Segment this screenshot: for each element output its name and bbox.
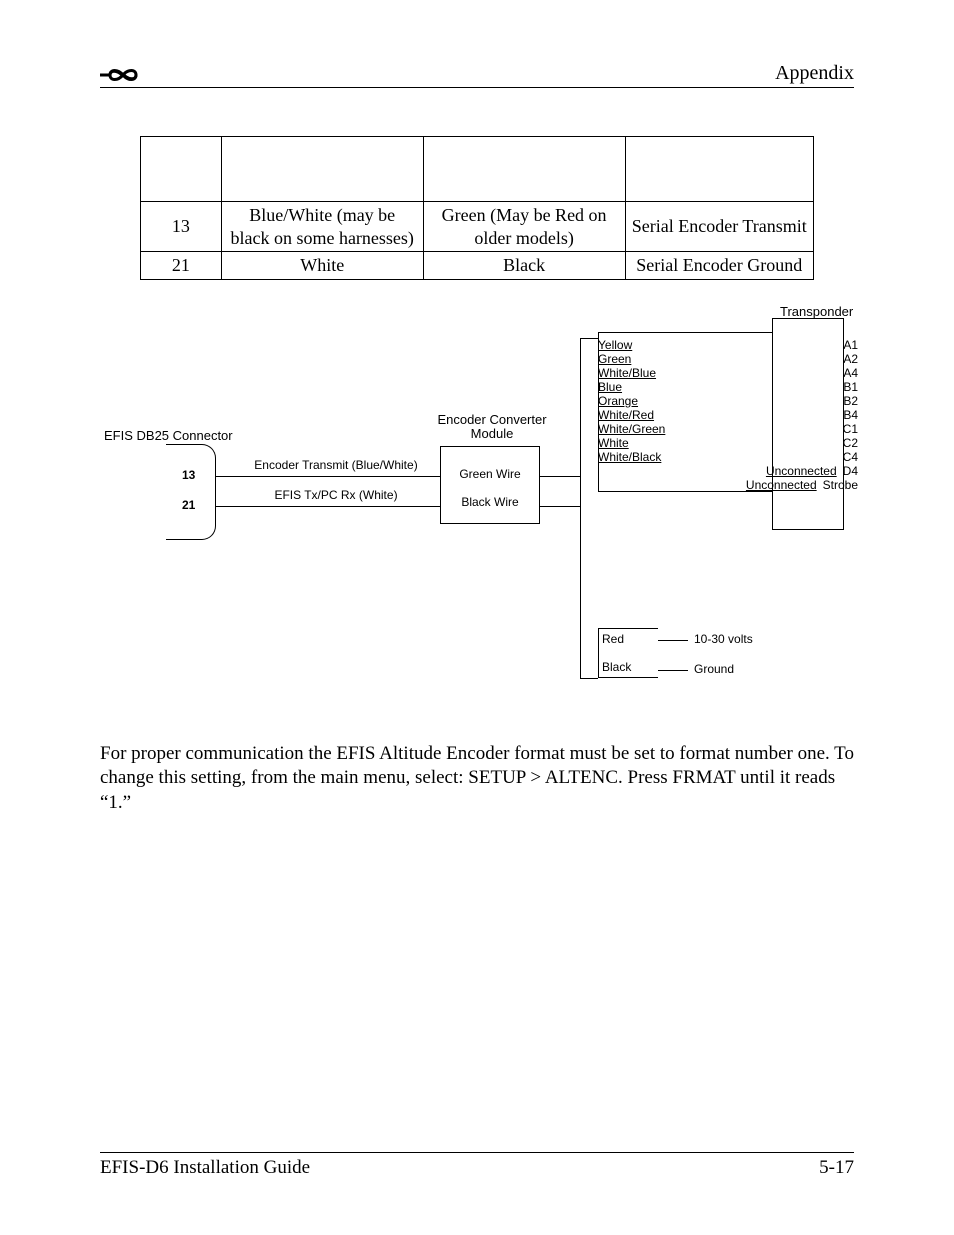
- wire-line: [658, 670, 688, 671]
- wire-line: [658, 640, 688, 641]
- xpond-row: White/GreenC1: [598, 422, 858, 436]
- table-cell: 21: [141, 252, 222, 280]
- table-cell: [423, 137, 625, 202]
- table-cell: White: [221, 252, 423, 280]
- header-section-title: Appendix: [775, 62, 854, 85]
- table-cell: Green (May be Red on older models): [423, 202, 625, 252]
- xpond-row: UnconnectedStrobe: [598, 478, 858, 492]
- power-volts-label: 10-30 volts: [694, 632, 753, 646]
- page-header: Appendix: [100, 62, 854, 88]
- pin-21-label: 21: [182, 498, 195, 512]
- logo-icon: [100, 65, 146, 85]
- wire-table: 13 Blue/White (may be black on some harn…: [140, 136, 814, 280]
- xpond-row: White/BlueA4: [598, 366, 858, 380]
- module-title-line2: Module: [432, 426, 552, 441]
- wire-line: [540, 506, 580, 507]
- wire-label: EFIS Tx/PC Rx (White): [232, 488, 440, 502]
- footer-right: 5-17: [819, 1157, 854, 1179]
- xpond-row: BlueB1: [598, 380, 858, 394]
- xpond-row: White/BlackC4: [598, 450, 858, 464]
- transponder-rows: YellowA1 GreenA2 White/BlueA4 BlueB1 Ora…: [598, 338, 858, 492]
- page: Appendix 13 Blue/White (may be black on …: [0, 0, 954, 1235]
- table-cell: Serial Encoder Transmit: [625, 202, 813, 252]
- module-green-label: Green Wire: [441, 467, 539, 481]
- xpond-row: White/RedB4: [598, 408, 858, 422]
- power-black-label: Black: [602, 660, 631, 674]
- wire-line: [580, 338, 581, 678]
- table-cell: Serial Encoder Ground: [625, 252, 813, 280]
- power-red-label: Red: [602, 632, 624, 646]
- power-ground-label: Ground: [694, 662, 734, 676]
- body-paragraph: For proper communication the EFIS Altitu…: [100, 742, 854, 816]
- transponder-title: Transponder: [780, 304, 853, 319]
- wire-label: Encoder Transmit (Blue/White): [232, 458, 440, 472]
- encoder-module-box: Green Wire Black Wire: [440, 446, 540, 524]
- table-cell: [221, 137, 423, 202]
- table-row: 21 White Black Serial Encoder Ground: [141, 252, 814, 280]
- table-row: 13 Blue/White (may be black on some harn…: [141, 202, 814, 252]
- db25-connector-icon: [166, 444, 216, 540]
- wire-line: [540, 476, 580, 477]
- wire-line: [580, 338, 598, 339]
- table-cell: Black: [423, 252, 625, 280]
- table-cell: [625, 137, 813, 202]
- page-footer: EFIS-D6 Installation Guide 5-17: [100, 1152, 854, 1179]
- xpond-row: UnconnectedD4: [598, 464, 858, 478]
- wire-line: [580, 678, 598, 679]
- footer-left: EFIS-D6 Installation Guide: [100, 1157, 310, 1179]
- table-row: [141, 137, 814, 202]
- module-title-line1: Encoder Converter: [432, 412, 552, 427]
- wiring-diagram: EFIS DB25 Connector 13 21 Encoder Transm…: [100, 298, 854, 698]
- pin-13-label: 13: [182, 468, 195, 482]
- xpond-row: GreenA2: [598, 352, 858, 366]
- wire-line: [216, 476, 440, 477]
- table-cell: [141, 137, 222, 202]
- table-cell: Blue/White (may be black on some harness…: [221, 202, 423, 252]
- wire-line: [216, 506, 440, 507]
- module-black-label: Black Wire: [441, 495, 539, 509]
- db25-title: EFIS DB25 Connector: [104, 428, 233, 443]
- xpond-row: YellowA1: [598, 338, 858, 352]
- table-cell: 13: [141, 202, 222, 252]
- xpond-row: WhiteC2: [598, 436, 858, 450]
- xpond-row: OrangeB2: [598, 394, 858, 408]
